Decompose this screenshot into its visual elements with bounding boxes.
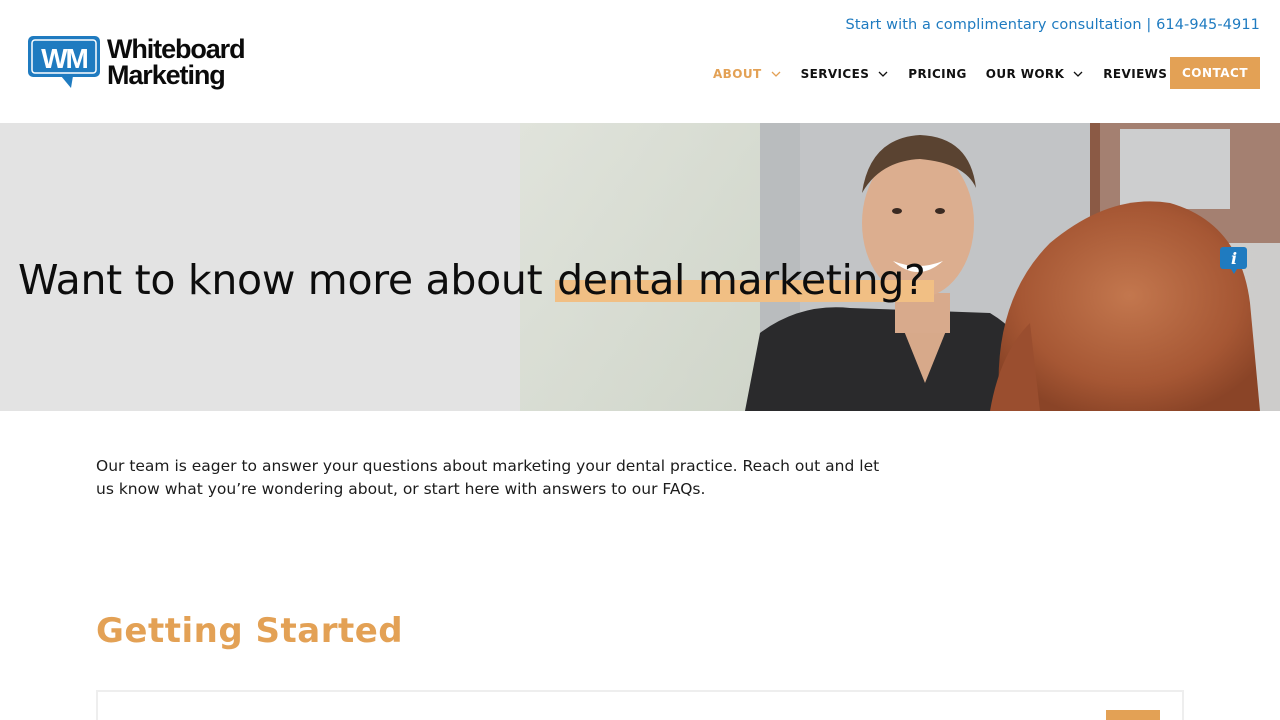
nav-label-about: ABOUT [713,67,762,81]
nav-item-our-work[interactable]: OUR WORK [986,67,1085,81]
intro-paragraph: Our team is eager to answer your questio… [96,457,880,498]
logo-initials: WM [41,43,87,74]
logo-wordmark: Whiteboard Marketing [107,34,246,90]
hero-banner: Want to know more about dental marketing… [0,123,1280,411]
nav-item-reviews[interactable]: REVIEWS [1103,67,1167,81]
nav-item-pricing[interactable]: PRICING [908,67,966,81]
chevron-down-icon [1072,68,1084,80]
nav-label-services: SERVICES [800,67,870,81]
nav-label-reviews: REVIEWS [1103,67,1168,81]
logo-line-1: Whiteboard [107,34,246,64]
faq-accordion-item[interactable] [96,690,1184,720]
info-icon-glyph: i [1231,249,1237,268]
faq-expand-button[interactable] [1106,710,1160,720]
chevron-down-icon [770,68,782,80]
logo-line-2: Marketing [107,60,226,90]
section-title-getting-started: Getting Started [96,611,404,651]
hero-title-highlight-text: dental marketing? [557,256,926,304]
nav-label-our-work: OUR WORK [985,67,1065,81]
nav-item-services[interactable]: SERVICES [801,67,890,81]
info-icon[interactable]: i [1220,247,1248,275]
chevron-down-icon [877,68,889,80]
hero-title: Want to know more about dental marketing… [18,255,934,305]
contact-button[interactable]: CONTACT [1170,57,1260,89]
nav-item-about[interactable]: ABOUT [713,67,782,81]
consultation-phone-link[interactable]: Start with a complimentary consultation … [846,17,1260,33]
nav-label-pricing: PRICING [908,67,967,81]
main-nav: ABOUT SERVICES PRICING OUR WORK REVIEWS [713,63,1186,85]
logo-mark: WM [28,36,100,88]
hero-title-plain: Want to know more about [18,256,556,304]
site-header: WM Whiteboard Marketing Start with a com… [0,0,1280,123]
hero-title-highlight: dental marketing? [555,255,934,305]
logo[interactable]: WM Whiteboard Marketing [27,35,257,91]
